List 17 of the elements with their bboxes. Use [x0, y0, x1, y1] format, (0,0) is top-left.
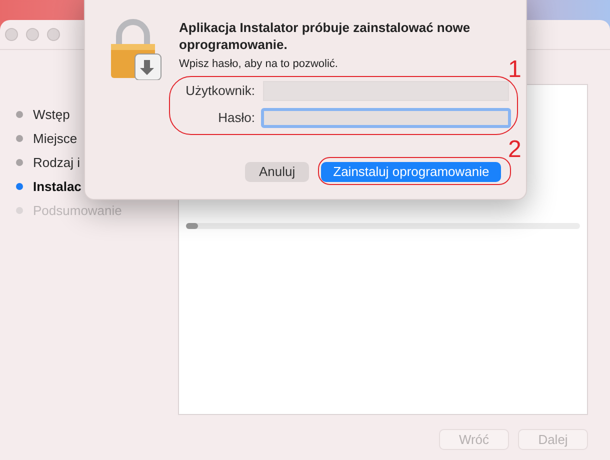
close-button[interactable]	[5, 28, 18, 41]
field-label: Użytkownik:	[184, 82, 255, 100]
dialog-title: Aplikacja Instalator próbuje zainstalować nowe oprogramowanie.	[179, 19, 472, 53]
dialog-message: Wpisz hasło, aby na to pozwolić.	[179, 57, 338, 72]
input-field[interactable]	[261, 108, 511, 128]
step-label: Instalac	[33, 178, 82, 196]
input-field[interactable]	[263, 81, 509, 101]
annotation-number: 1	[508, 58, 522, 82]
minimize-button[interactable]	[26, 28, 39, 41]
step-label: Miejsce	[33, 130, 78, 148]
field-label: Hasło:	[217, 109, 255, 128]
zoom-button[interactable]	[47, 28, 60, 41]
dialog-button[interactable]: Anuluj	[245, 162, 310, 182]
step-label: Rodzaj i	[33, 154, 80, 172]
step-label: Wstęp	[33, 106, 70, 124]
annotation-number: 2	[508, 138, 522, 162]
dialog-button[interactable]: Zainstaluj oprogramowanie	[321, 162, 502, 182]
